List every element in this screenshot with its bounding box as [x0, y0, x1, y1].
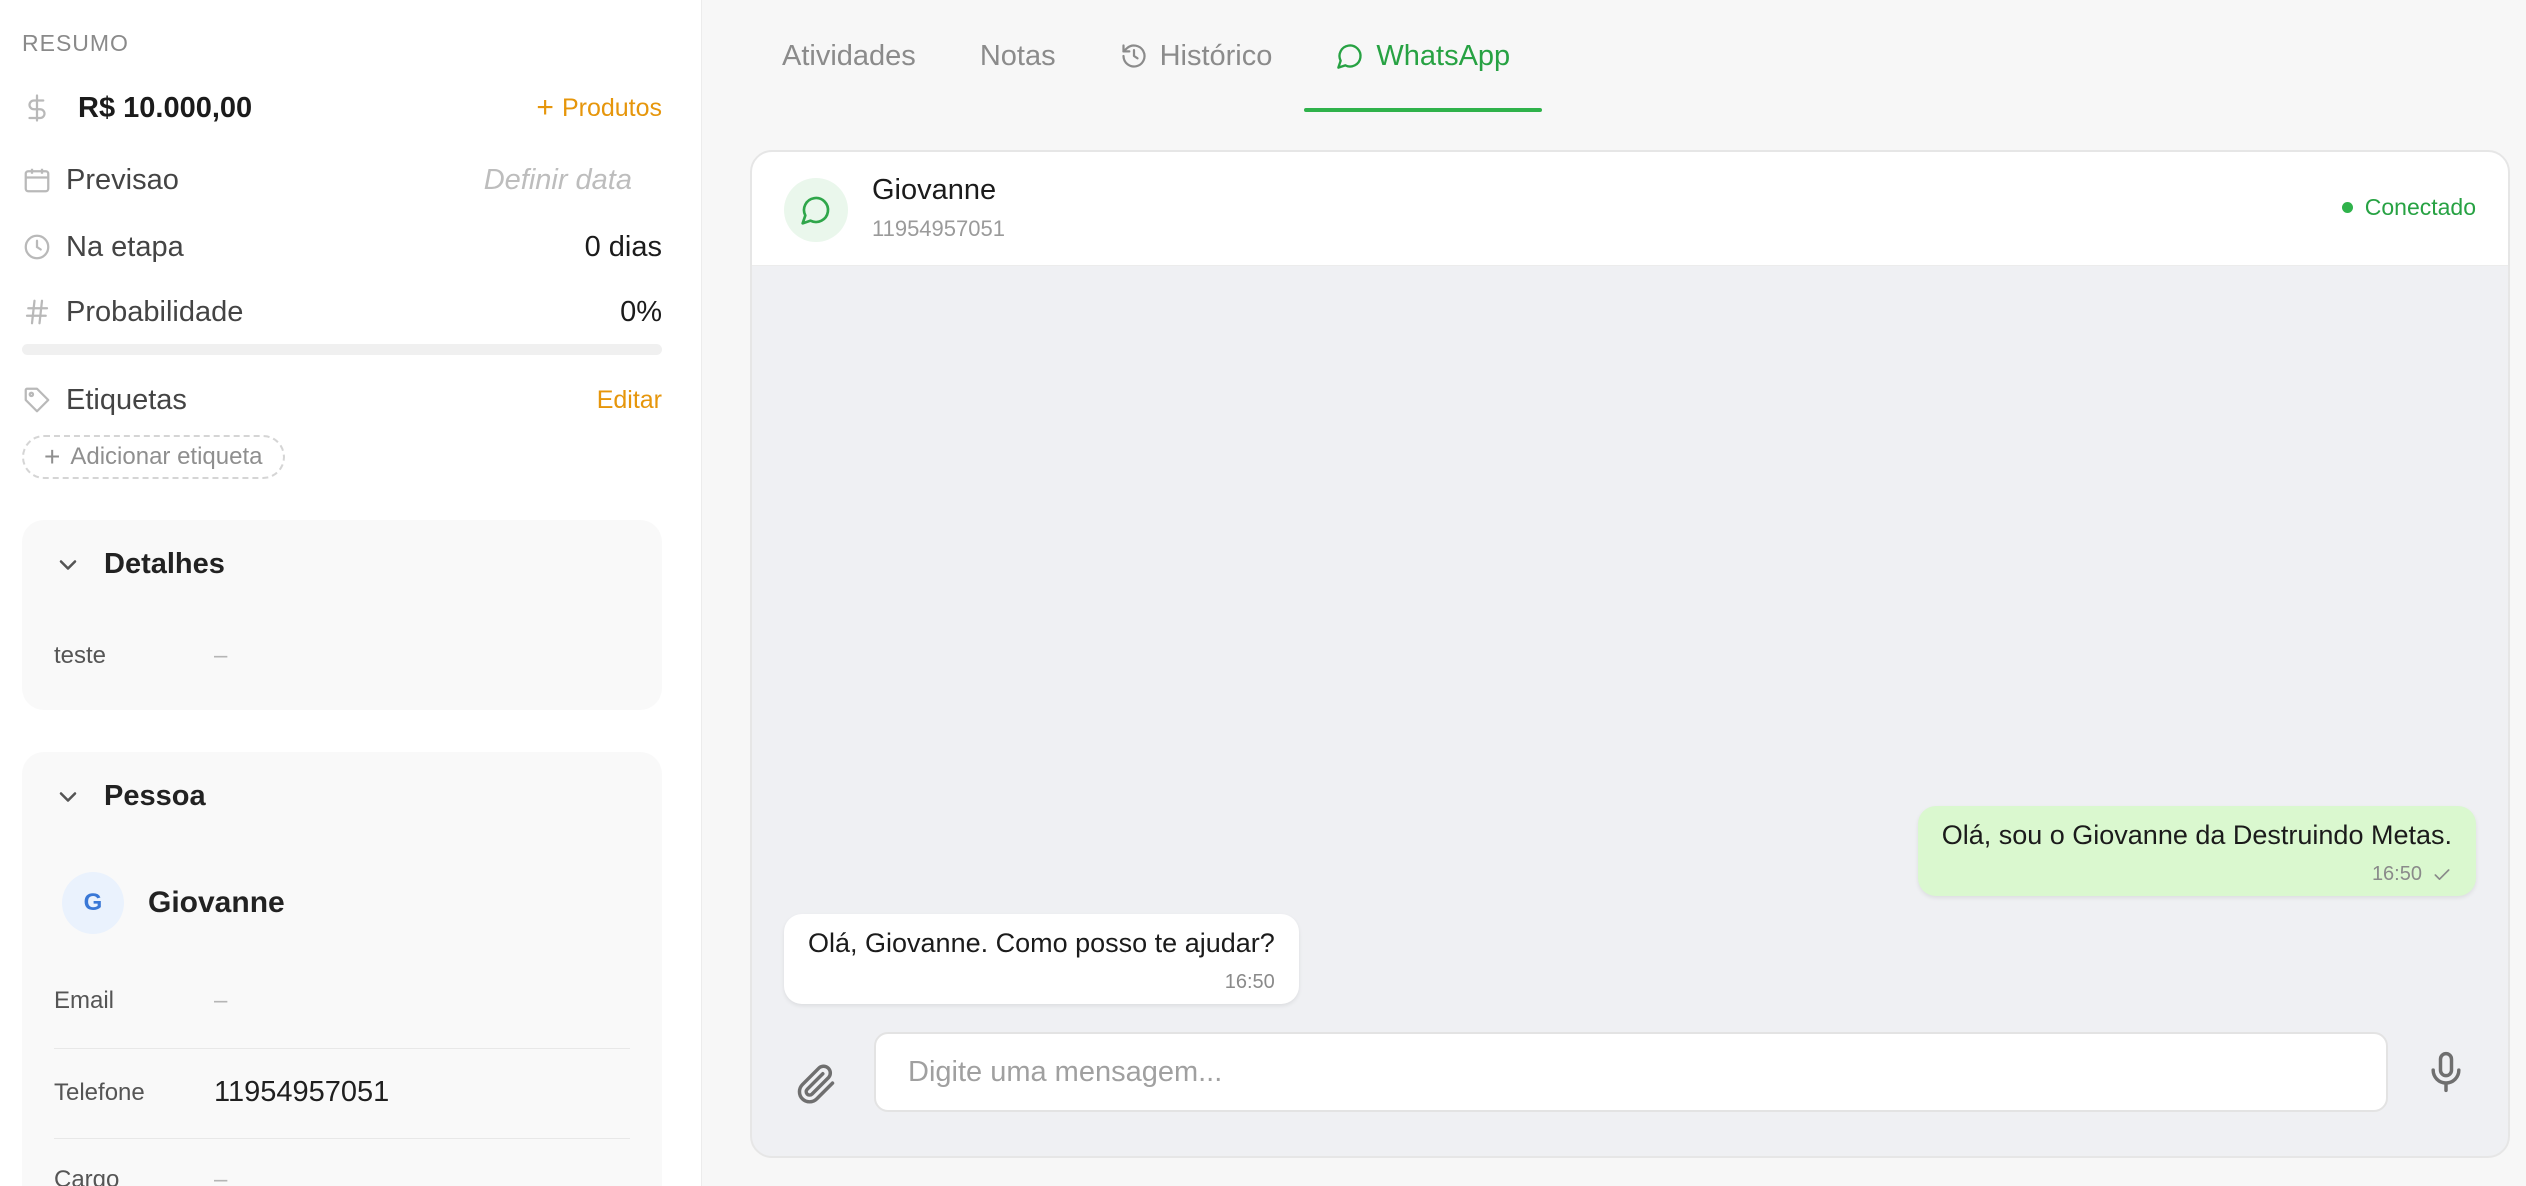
- details-field-row: teste –: [54, 642, 630, 670]
- details-field-key: teste: [54, 642, 107, 669]
- whatsapp-badge: [784, 178, 848, 242]
- chevron-down-icon: [59, 559, 77, 570]
- message-outgoing: Olá, sou o Giovanne da Destruindo Metas.…: [1917, 806, 2476, 896]
- status-label: Conectado: [2364, 194, 2476, 220]
- phone-label: Telefone: [54, 1078, 145, 1106]
- deal-amount: R$ 10.000,00: [78, 91, 253, 124]
- stage-value: 0 dias: [584, 230, 662, 263]
- person-field-phone: Telefone 11954957051: [54, 1076, 630, 1109]
- message-time: 16:50: [1224, 971, 1275, 993]
- check-icon: [2434, 868, 2450, 880]
- probability-value: 0%: [620, 295, 662, 328]
- connection-status: Conectado: [2341, 194, 2476, 221]
- stage-row: Na etapa 0 dias: [22, 222, 662, 272]
- probability-row: Probabilidade 0%: [22, 287, 662, 337]
- dollar-icon: [22, 91, 56, 125]
- history-icon: [1121, 44, 1146, 68]
- edit-tags-button[interactable]: Editar: [597, 386, 662, 415]
- tags-row: Etiquetas Editar: [22, 375, 662, 425]
- tab-historico[interactable]: Histórico: [1088, 0, 1305, 112]
- person-toggle[interactable]: Pessoa: [54, 780, 206, 813]
- tags-label: Etiquetas: [66, 383, 187, 416]
- microphone-icon[interactable]: [2424, 1050, 2468, 1094]
- person-field-email: Email –: [54, 987, 630, 1015]
- chat-header: Giovanne 11954957051 Conectado: [752, 152, 2508, 266]
- whatsapp-chat-panel: Giovanne 11954957051 Conectado Olá, sou …: [750, 150, 2510, 1158]
- forecast-label: Previsao: [66, 163, 179, 196]
- role-value[interactable]: –: [214, 1166, 227, 1186]
- message-composer: [752, 1032, 2508, 1156]
- add-products-button[interactable]: + Produtos: [536, 93, 662, 123]
- message-incoming: Olá, Giovanne. Como posso te ajudar? 16:…: [784, 914, 1299, 1004]
- chat-bubble-icon: [1337, 44, 1363, 69]
- stage-label: Na etapa: [66, 230, 184, 263]
- details-field-value[interactable]: –: [214, 642, 227, 670]
- person-field-role: Cargo –: [54, 1166, 630, 1186]
- details-card: Detalhes teste –: [22, 520, 662, 710]
- message-input[interactable]: [874, 1032, 2388, 1112]
- add-tag-label: Adicionar etiqueta: [70, 443, 263, 470]
- avatar: G: [62, 872, 124, 934]
- message-text: Olá, sou o Giovanne da Destruindo Metas.: [1941, 820, 2452, 850]
- chevron-down-icon: [59, 791, 77, 802]
- add-tag-button[interactable]: + Adicionar etiqueta: [22, 435, 285, 479]
- deal-tabs: Atividades Notas Histórico WhatsApp: [750, 0, 1542, 112]
- role-label: Cargo: [54, 1166, 120, 1186]
- tag-icon: [22, 383, 56, 417]
- amount-row: R$ 10.000,00 + Produtos: [22, 83, 662, 133]
- chat-contact-name: Giovanne: [872, 174, 997, 206]
- probability-bar: [22, 344, 662, 355]
- details-toggle[interactable]: Detalhes: [54, 548, 225, 581]
- plus-icon: +: [44, 441, 61, 472]
- email-label: Email: [54, 987, 115, 1014]
- paperclip-icon[interactable]: [794, 1062, 838, 1106]
- details-title: Detalhes: [104, 548, 225, 580]
- deal-sidebar: RESUMO R$ 10.000,00 + Produtos Previsao …: [0, 0, 702, 1186]
- person-name: Giovanne: [148, 886, 285, 919]
- add-products-label: Produtos: [561, 93, 662, 122]
- tab-label: WhatsApp: [1376, 39, 1511, 72]
- divider: [54, 1138, 630, 1139]
- message-time: 16:50: [2371, 863, 2422, 885]
- forecast-date-picker[interactable]: Definir data: [484, 164, 632, 197]
- chat-contact-phone: 11954957051: [872, 216, 1005, 241]
- person-contact[interactable]: G Giovanne: [62, 872, 285, 934]
- summary-title: RESUMO: [22, 30, 129, 56]
- probability-label: Probabilidade: [66, 295, 244, 328]
- person-title: Pessoa: [104, 780, 206, 812]
- plus-icon: +: [536, 91, 554, 124]
- message-text: Olá, Giovanne. Como posso te ajudar?: [808, 928, 1275, 958]
- tab-label: Histórico: [1159, 39, 1273, 72]
- divider: [54, 1048, 630, 1049]
- email-value[interactable]: –: [214, 987, 227, 1015]
- hash-icon: [22, 295, 56, 329]
- forecast-row: Previsao Definir data: [22, 155, 662, 205]
- message-meta: 16:50: [808, 971, 1275, 994]
- chat-bubble-icon: [801, 196, 830, 225]
- person-card: Pessoa G Giovanne Email – Telefone 11954…: [22, 752, 662, 1186]
- tab-atividades[interactable]: Atividades: [750, 0, 948, 112]
- tab-notas[interactable]: Notas: [948, 0, 1088, 112]
- status-dot-icon: [2341, 202, 2353, 213]
- tab-label: Atividades: [782, 39, 916, 72]
- tab-whatsapp[interactable]: WhatsApp: [1304, 0, 1542, 112]
- phone-value[interactable]: 11954957051: [214, 1076, 389, 1109]
- tab-label: Notas: [979, 39, 1056, 72]
- calendar-icon: [22, 163, 56, 197]
- message-meta: 16:50: [1942, 863, 2452, 886]
- clock-icon: [22, 230, 56, 264]
